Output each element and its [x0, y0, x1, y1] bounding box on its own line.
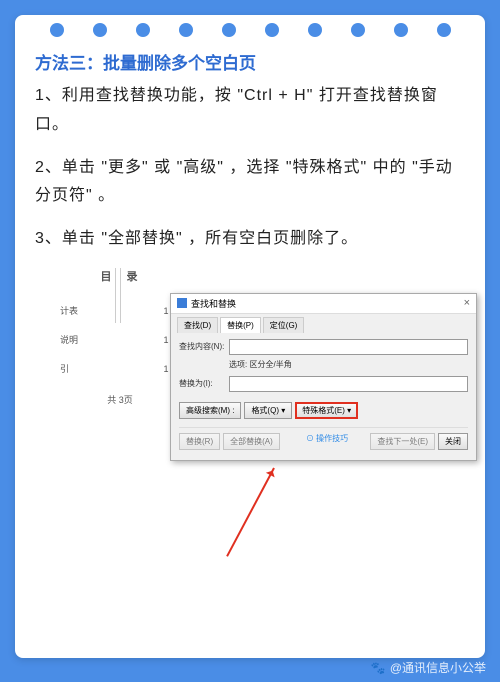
replace-input[interactable]	[229, 376, 468, 392]
method-title: 方法三：批量删除多个空白页	[35, 49, 465, 74]
format-button[interactable]: 格式(Q) ▾	[244, 402, 292, 419]
find-label: 查找内容(N):	[179, 341, 229, 352]
step-1: 1、利用查找替换功能，按 "Ctrl + H" 打开查找替换窗口。	[35, 82, 465, 140]
tab-goto[interactable]: 定位(G)	[263, 317, 305, 333]
tab-replace[interactable]: 替换(P)	[220, 317, 261, 333]
paw-icon: 🐾	[371, 661, 386, 675]
toc-heading: 目 录	[35, 268, 205, 284]
close-button[interactable]: 关闭	[438, 433, 468, 450]
annotation-arrow	[226, 468, 275, 557]
dialog-tabs: 查找(D) 替换(P) 定位(G)	[171, 314, 476, 333]
step-3: 3、单击 "全部替换" ，所有空白页删除了。	[35, 225, 465, 254]
dialog-body: 查找内容(N): 选项: 区分全/半角 替换为(I): 高级搜索(M) : 格式…	[171, 333, 476, 460]
paper-card: 方法三：批量删除多个空白页 1、利用查找替换功能，按 "Ctrl + H" 打开…	[15, 15, 485, 658]
find-next-button[interactable]: 查找下一处(E)	[370, 433, 435, 450]
watermark: 🐾@通讯信息小公举	[371, 659, 486, 676]
options-row: 选项: 区分全/半角	[229, 359, 468, 370]
replace-label: 替换为(I):	[179, 378, 229, 389]
find-input[interactable]	[229, 339, 468, 355]
dialog-title-text: 查找和替换	[191, 297, 236, 310]
special-format-button[interactable]: 特殊格式(E) ▾	[295, 402, 358, 419]
dialog-icon	[177, 298, 187, 308]
replace-button[interactable]: 替换(R)	[179, 433, 220, 450]
screenshot-area: 目 录 计表1 页 说明1 页 引1 页 共 3页 查找和替换 × 查找(D) …	[35, 268, 465, 498]
operation-hint[interactable]: ⊙ 操作技巧	[306, 433, 348, 450]
step-2: 2、单击 "更多" 或 "高级" ，选择 "特殊格式" 中的 "手动分页符" 。	[35, 154, 465, 212]
close-icon[interactable]: ×	[464, 297, 470, 309]
more-button[interactable]: 高级搜索(M) :	[179, 402, 241, 419]
dialog-titlebar: 查找和替换 ×	[171, 294, 476, 314]
binder-holes	[35, 23, 465, 37]
find-replace-dialog: 查找和替换 × 查找(D) 替换(P) 定位(G) 查找内容(N): 选项: 区…	[170, 293, 477, 461]
tab-find[interactable]: 查找(D)	[177, 317, 218, 333]
replace-all-button[interactable]: 全部替换(A)	[223, 433, 280, 450]
